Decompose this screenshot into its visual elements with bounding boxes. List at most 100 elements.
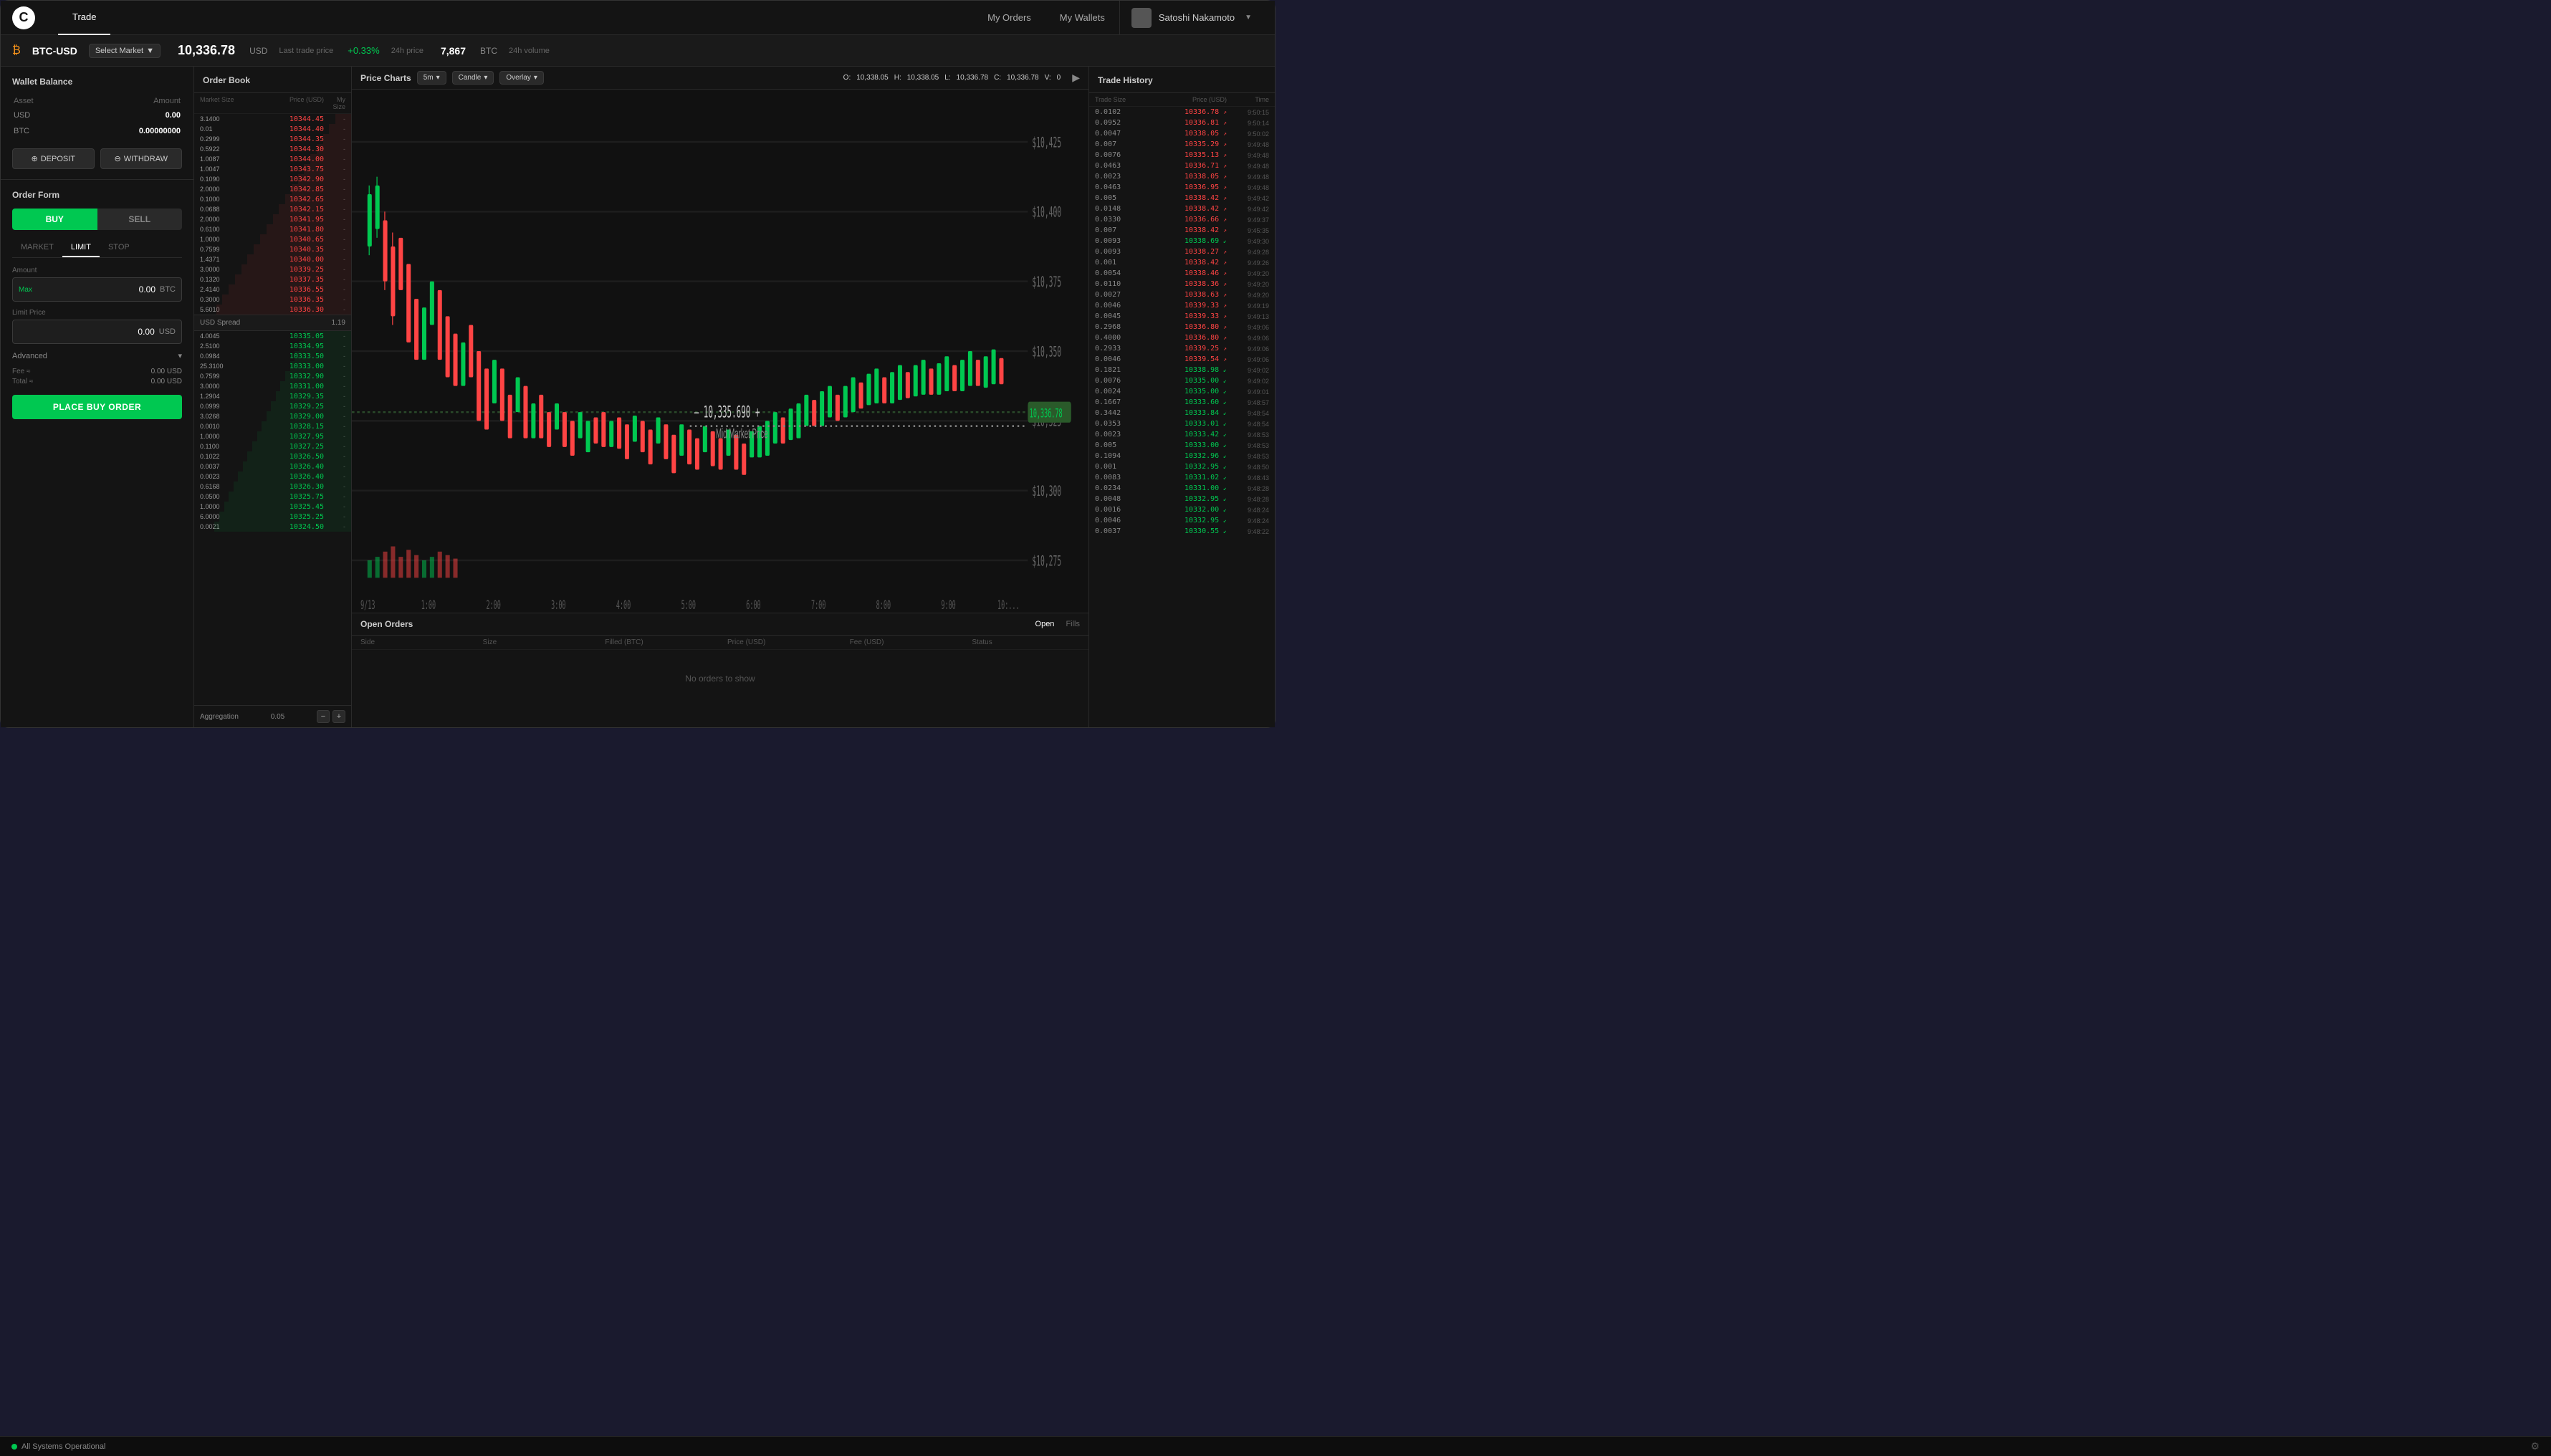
bid-row[interactable]: 0.1022 10326.50 - — [194, 451, 351, 461]
ask-row[interactable]: 0.5922 10344.30 - — [194, 144, 351, 154]
ask-row[interactable]: 1.0047 10343.75 - — [194, 164, 351, 174]
my-wallets-button[interactable]: My Wallets — [1045, 1, 1119, 35]
volume-value: 0 — [1057, 74, 1061, 82]
chevron-icon: ▾ — [534, 74, 537, 82]
bid-row[interactable]: 0.1100 10327.25 - — [194, 441, 351, 451]
ask-row[interactable]: 2.4140 10336.55 - — [194, 284, 351, 294]
sell-tab[interactable]: SELL — [97, 209, 183, 230]
limit-price-input[interactable] — [19, 327, 159, 337]
trade-history-title: Trade History — [1098, 75, 1153, 85]
asset-usd-name: USD — [14, 108, 67, 123]
bid-row[interactable]: 0.0500 10325.75 - — [194, 492, 351, 502]
aggregation-decrease-button[interactable]: − — [317, 710, 330, 723]
bid-row[interactable]: 1.2904 10329.35 - — [194, 391, 351, 401]
bid-row[interactable]: 3.0000 10331.00 - — [194, 381, 351, 391]
bid-row[interactable]: 3.0268 10329.00 - — [194, 411, 351, 421]
th-col-price: Price (USD) — [1141, 96, 1227, 103]
bid-row[interactable]: 0.0021 10324.50 - — [194, 522, 351, 532]
ask-row[interactable]: 1.0000 10340.65 - — [194, 234, 351, 244]
bid-row[interactable]: 0.0984 10333.50 - — [194, 351, 351, 361]
ask-row[interactable]: 0.0688 10342.15 - — [194, 204, 351, 214]
bid-row[interactable]: 1.0000 10325.45 - — [194, 502, 351, 512]
tab-market[interactable]: MARKET — [12, 239, 62, 257]
aggregation-increase-button[interactable]: + — [332, 710, 345, 723]
candlestick-chart[interactable]: $10,425 $10,400 $10,375 $10,350 $10,325 … — [352, 90, 1088, 613]
bid-row[interactable]: 0.7599 10332.90 - — [194, 371, 351, 381]
overlay-dropdown[interactable]: Overlay ▾ — [499, 71, 543, 85]
th-column-headers: Trade Size Price (USD) Time — [1089, 93, 1275, 107]
fee-label: Fee ≈ — [12, 368, 31, 375]
total-label: Total ≈ — [12, 378, 33, 385]
my-orders-button[interactable]: My Orders — [973, 1, 1045, 35]
ask-row[interactable]: 2.0000 10342.85 - — [194, 184, 351, 194]
trade-history-row: 0.0463 10336.71 ↗ 9:49:48 — [1089, 161, 1275, 171]
bid-row[interactable]: 0.0023 10326.40 - — [194, 471, 351, 482]
ask-row[interactable]: 0.01 10344.40 - — [194, 124, 351, 134]
bid-row[interactable]: 0.0010 10328.15 - — [194, 421, 351, 431]
amount-input[interactable] — [32, 284, 160, 294]
tab-stop[interactable]: STOP — [100, 239, 138, 257]
timeframe-dropdown[interactable]: 5m ▾ — [417, 71, 446, 85]
chart-type-dropdown[interactable]: Candle ▾ — [452, 71, 494, 85]
tab-open[interactable]: Open — [1035, 620, 1055, 628]
ask-row[interactable]: 0.3000 10336.35 - — [194, 294, 351, 305]
ask-row[interactable]: 0.6100 10341.80 - — [194, 224, 351, 234]
ask-row[interactable]: 5.6010 10336.30 - — [194, 305, 351, 315]
ask-row[interactable]: 0.7599 10340.35 - — [194, 244, 351, 254]
tab-fills[interactable]: Fills — [1066, 620, 1080, 628]
high-value: 10,338.05 — [907, 74, 939, 82]
ask-row[interactable]: 0.2999 10344.35 - — [194, 134, 351, 144]
user-profile-button[interactable]: Satoshi Nakamoto ▼ — [1119, 1, 1263, 35]
status-indicator — [11, 1444, 17, 1450]
ask-row[interactable]: 3.0000 10339.25 - — [194, 264, 351, 274]
trade-history-row: 0.001 10338.42 ↗ 9:49:26 — [1089, 257, 1275, 268]
main-layout: Wallet Balance Asset Amount USD 0.00 BTC — [1, 67, 1275, 727]
app-logo[interactable]: C — [12, 6, 35, 29]
user-avatar — [1131, 8, 1152, 28]
trade-history-row: 0.0148 10338.42 ↗ 9:49:42 — [1089, 203, 1275, 214]
bid-row[interactable]: 25.3100 10333.00 - — [194, 361, 351, 371]
ask-row[interactable]: 1.4371 10340.00 - — [194, 254, 351, 264]
col-amount-header: Amount — [68, 95, 181, 107]
bid-row[interactable]: 0.0037 10326.40 - — [194, 461, 351, 471]
minus-circle-icon: ⊖ — [114, 154, 120, 163]
btc-icon: ₿ — [12, 44, 21, 57]
trade-history-row: 0.0046 10339.33 ↗ 9:49:19 — [1089, 300, 1275, 311]
bid-row[interactable]: 4.0045 10335.05 - — [194, 331, 351, 341]
svg-text:$10,275: $10,275 — [1032, 553, 1061, 570]
th-col-trade-size: Trade Size — [1095, 96, 1138, 103]
deposit-button[interactable]: ⊕ DEPOSIT — [12, 148, 95, 169]
market-bar: ₿ BTC-USD Select Market ▼ 10,336.78 USD … — [1, 35, 1275, 67]
price-charts-title: Price Charts — [360, 73, 411, 83]
bid-row[interactable]: 6.0000 10325.25 - — [194, 512, 351, 522]
ask-row[interactable]: 1.0087 10344.00 - — [194, 154, 351, 164]
bid-row[interactable]: 0.0999 10329.25 - — [194, 401, 351, 411]
svg-text:7:00: 7:00 — [811, 599, 825, 613]
nav-tabs: Trade — [58, 1, 110, 35]
chart-expand-button[interactable]: ▶ — [1072, 72, 1080, 84]
place-buy-order-button[interactable]: PLACE BUY ORDER — [12, 395, 182, 419]
trade-history-row: 0.0047 10338.05 ↗ 9:50:02 — [1089, 128, 1275, 139]
open-value: 10,338.05 — [856, 74, 889, 82]
ask-row[interactable]: 3.1400 10344.45 - — [194, 114, 351, 124]
trade-history-row: 0.1094 10332.96 ↙ 9:48:53 — [1089, 451, 1275, 461]
settings-icon[interactable]: ⚙ — [2530, 1440, 2540, 1452]
bid-row[interactable]: 2.5100 10334.95 - — [194, 341, 351, 351]
ask-row[interactable]: 0.1320 10337.35 - — [194, 274, 351, 284]
bid-row[interactable]: 1.0000 10327.95 - — [194, 431, 351, 441]
select-market-button[interactable]: Select Market ▼ — [89, 44, 161, 58]
buy-tab[interactable]: BUY — [12, 209, 97, 230]
tab-limit[interactable]: LIMIT — [62, 239, 100, 257]
trade-history-row: 0.4000 10336.80 ↗ 9:49:06 — [1089, 332, 1275, 343]
max-label[interactable]: Max — [19, 286, 32, 294]
volume-currency: BTC — [480, 46, 497, 56]
ask-row[interactable]: 2.0000 10341.95 - — [194, 214, 351, 224]
withdraw-button[interactable]: ⊖ WITHDRAW — [100, 148, 183, 169]
advanced-toggle[interactable]: Advanced ▾ — [12, 351, 182, 360]
svg-text:— 10,335.690 +: — 10,335.690 + — [694, 403, 760, 421]
ask-row[interactable]: 0.1090 10342.90 - — [194, 174, 351, 184]
bid-row[interactable]: 0.6168 10326.30 - — [194, 482, 351, 492]
limit-price-input-row: USD — [12, 320, 182, 344]
tab-trade[interactable]: Trade — [58, 1, 110, 35]
ask-row[interactable]: 0.1000 10342.65 - — [194, 194, 351, 204]
